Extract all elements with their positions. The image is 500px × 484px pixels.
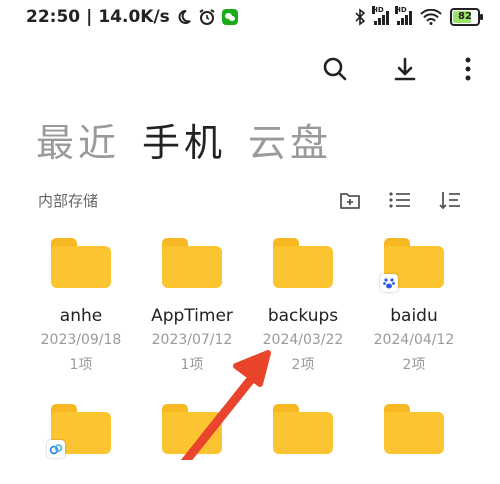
folder-item[interactable] — [137, 404, 247, 484]
download-button[interactable] — [390, 54, 420, 84]
tab-cloud[interactable]: 云盘 — [248, 112, 332, 167]
list-view-button[interactable] — [388, 188, 412, 212]
tab-recent[interactable]: 最近 — [36, 112, 120, 167]
folder-icon — [384, 404, 444, 454]
signal-1-icon: HD — [372, 6, 389, 25]
folder-count: 2项 — [402, 357, 426, 373]
search-button[interactable] — [320, 54, 350, 84]
baidu-paw-icon — [380, 274, 398, 292]
folder-item[interactable]: anhe 2023/09/18 1项 — [26, 238, 136, 374]
list-icon — [389, 192, 410, 208]
folder-name: anhe — [59, 306, 103, 326]
signal-2-icon: HD — [395, 6, 412, 25]
clock: 22:50 — [26, 7, 81, 27]
folder-date: 2024/04/12 — [373, 332, 455, 348]
toolbar — [320, 54, 476, 84]
cloud-app-icon — [47, 440, 65, 458]
more-icon — [465, 57, 471, 81]
folder-item[interactable] — [248, 404, 358, 484]
view-tools — [338, 188, 462, 212]
more-button[interactable] — [460, 54, 476, 84]
folder-icon — [273, 238, 333, 288]
folder-count: 1项 — [69, 357, 93, 373]
status-bar: 22:50 | 14.0K/s HD HD 82 — [0, 0, 500, 36]
folder-icon — [51, 238, 111, 288]
folder-date: 2024/03/22 — [262, 332, 344, 348]
sort-button[interactable] — [438, 188, 462, 212]
sort-icon — [439, 192, 460, 210]
folder-icon — [47, 404, 111, 458]
folder-icon — [162, 404, 222, 454]
folder-icon — [162, 238, 222, 288]
alarm-icon — [199, 9, 215, 25]
search-icon — [323, 57, 347, 81]
folder-name: baidu — [390, 306, 438, 326]
tab-phone[interactable]: 手机 — [142, 112, 226, 167]
folder-item[interactable]: baidu 2024/04/12 2项 — [359, 238, 469, 374]
tab-bar: 最近 手机 云盘 — [36, 112, 332, 167]
folder-date: 2023/09/18 — [40, 332, 122, 348]
new-folder-icon — [340, 193, 360, 209]
folder-count: 2项 — [291, 357, 315, 373]
bluetooth-icon — [355, 8, 366, 26]
net-speed: 14.0K/s — [98, 7, 170, 27]
wechat-icon — [221, 9, 238, 25]
folder-name: AppTimer — [151, 306, 233, 326]
folder-icon — [380, 238, 444, 292]
battery-icon: 82 — [450, 8, 483, 26]
folder-icon — [273, 404, 333, 454]
folder-grid: anhe 2023/09/18 1项 AppTimer 2023/07/12 1… — [26, 238, 496, 484]
folder-name: backups — [267, 306, 339, 326]
folder-item[interactable] — [26, 404, 136, 484]
new-folder-button[interactable] — [338, 188, 362, 212]
folder-count: 1项 — [180, 357, 204, 373]
storage-location[interactable]: 内部存储 — [38, 190, 98, 211]
wifi-icon — [420, 9, 442, 25]
folder-item[interactable]: backups 2024/03/22 2项 — [248, 238, 358, 374]
download-icon — [394, 57, 416, 81]
moon-icon — [178, 10, 191, 24]
folder-date: 2023/07/12 — [151, 332, 233, 348]
folder-item[interactable]: AppTimer 2023/07/12 1项 — [137, 238, 247, 374]
folder-item[interactable] — [359, 404, 469, 484]
